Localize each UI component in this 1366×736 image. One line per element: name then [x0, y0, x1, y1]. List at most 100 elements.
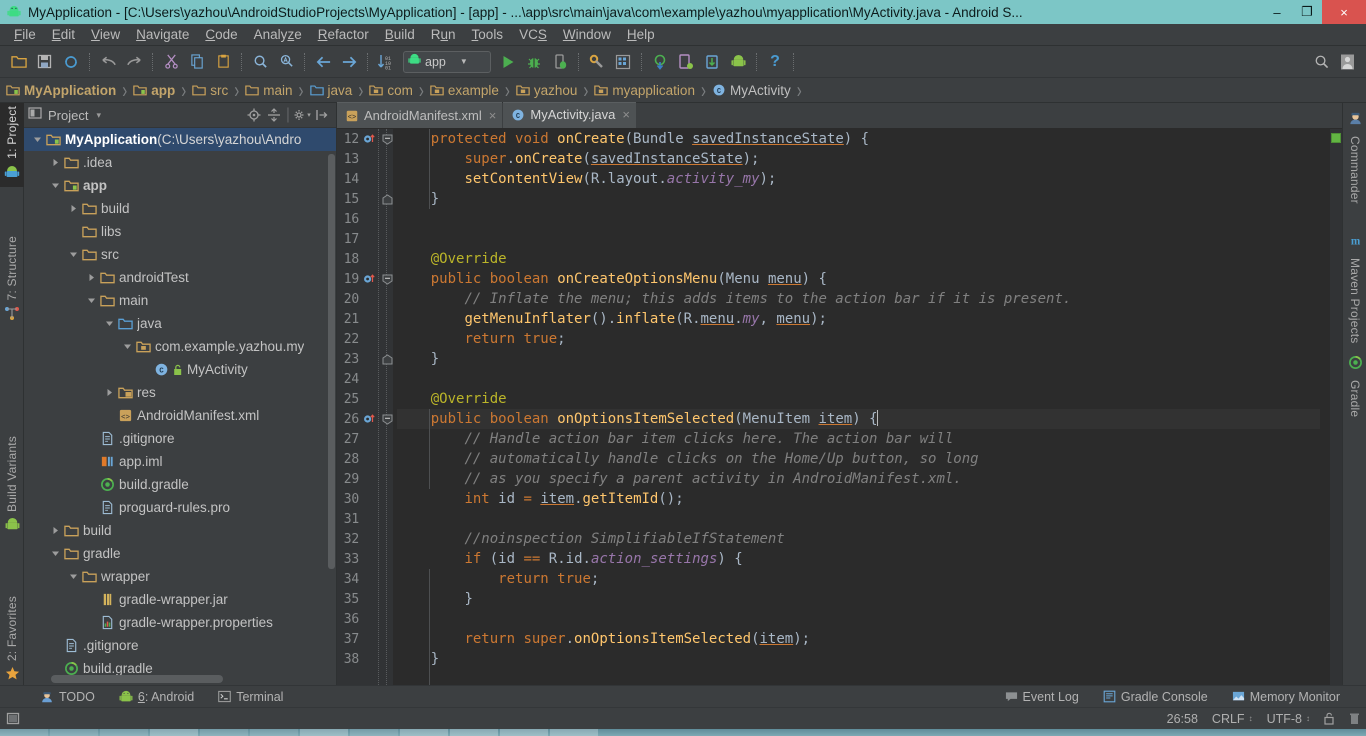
override-method-icon[interactable]	[363, 132, 376, 145]
bottom-tab-event-log[interactable]: Event Log	[1001, 690, 1083, 704]
redo-icon[interactable]	[121, 49, 147, 75]
breadcrumb-item-yazhou[interactable]: yazhou	[516, 83, 580, 98]
sync-icon[interactable]	[58, 49, 84, 75]
tree-node[interactable]: res	[24, 381, 336, 404]
code-line[interactable]: return true;	[397, 329, 1342, 349]
taskbar-app[interactable]	[50, 729, 98, 736]
windows-taskbar[interactable]	[0, 729, 1366, 736]
unlock-icon[interactable]	[1324, 712, 1335, 725]
tool-window-tab-maven-projects[interactable]: mMaven Projects	[1343, 231, 1366, 347]
taskbar-app[interactable]	[100, 729, 148, 736]
editor-gutter[interactable]: 1213141516171819202122232425262728293031…	[337, 129, 393, 685]
save-all-icon[interactable]	[32, 49, 58, 75]
avd-manager-icon[interactable]	[610, 49, 636, 75]
gutter-line[interactable]: 27	[337, 429, 393, 449]
run-configuration-selector[interactable]: app ▼	[403, 51, 491, 73]
editor-vertical-scrollbar[interactable]	[1320, 129, 1330, 685]
gutter-line[interactable]: 15	[337, 189, 393, 209]
editor-tab-androidmanifest-xml[interactable]: <>AndroidManifest.xml×	[337, 102, 502, 128]
tree-node[interactable]: .gitignore	[24, 634, 336, 657]
fold-end-icon[interactable]	[381, 189, 393, 209]
code-line[interactable]: //noinspection SimplifiableIfStatement	[397, 529, 1342, 549]
tree-node[interactable]: <>AndroidManifest.xml	[24, 404, 336, 427]
breadcrumb-item-myactivity[interactable]: CMyActivity	[712, 83, 793, 98]
taskbar-app[interactable]	[500, 729, 548, 736]
taskbar-app[interactable]	[450, 729, 498, 736]
gutter-line[interactable]: 17	[337, 229, 393, 249]
chevron-down-icon[interactable]	[66, 572, 80, 581]
bottom-tab-terminal[interactable]: Terminal	[214, 690, 287, 704]
gutter-line[interactable]: 36	[337, 609, 393, 629]
code-line[interactable]: if (id == R.id.action_settings) {	[397, 549, 1342, 569]
chevron-down-icon[interactable]	[120, 342, 134, 351]
chevron-right-icon[interactable]	[102, 388, 116, 397]
gutter-line[interactable]: 38	[337, 649, 393, 669]
gutter-line[interactable]: 18	[337, 249, 393, 269]
chevron-right-icon[interactable]	[48, 158, 62, 167]
collapse-all-icon[interactable]	[264, 105, 284, 125]
debug-icon[interactable]	[521, 49, 547, 75]
tool-window-tab-build-variants[interactable]: Build Variants	[0, 433, 24, 539]
taskbar-app[interactable]	[200, 729, 248, 736]
close-button[interactable]: ×	[1322, 0, 1366, 24]
inspection-error-stripe[interactable]	[1330, 129, 1342, 685]
chevron-down-icon[interactable]	[48, 549, 62, 558]
gutter-line[interactable]: 30	[337, 489, 393, 509]
menu-item-refactor[interactable]: Refactor	[310, 26, 377, 43]
caret-position[interactable]: 26:58	[1167, 712, 1198, 726]
settings-gear-icon[interactable]: ▾	[292, 105, 312, 125]
locate-icon[interactable]	[244, 105, 264, 125]
menu-item-run[interactable]: Run	[423, 26, 464, 43]
android-monitor-icon[interactable]	[725, 49, 751, 75]
sdk-update-icon[interactable]	[699, 49, 725, 75]
sdk-manager-icon[interactable]	[584, 49, 610, 75]
code-line[interactable]: protected void onCreate(Bundle savedInst…	[397, 129, 1342, 149]
breadcrumb-item-java[interactable]: java	[310, 83, 355, 98]
menu-item-window[interactable]: Window	[555, 26, 619, 43]
menu-item-tools[interactable]: Tools	[464, 26, 512, 43]
minimize-button[interactable]: –	[1262, 0, 1292, 24]
tree-node[interactable]: src	[24, 243, 336, 266]
tree-node[interactable]: java	[24, 312, 336, 335]
sort-icon[interactable]: 011001	[373, 49, 399, 75]
tool-window-tab-favorites[interactable]: 2: Favorites	[0, 593, 24, 688]
gutter-line[interactable]: 37	[337, 629, 393, 649]
tree-node[interactable]: main	[24, 289, 336, 312]
code-line[interactable]	[397, 509, 1342, 529]
tree-node[interactable]: build.gradle	[24, 473, 336, 496]
bottom-tab-android[interactable]: 6: Android	[115, 690, 198, 704]
chevron-right-icon[interactable]	[66, 204, 80, 213]
code-line[interactable]	[397, 229, 1342, 249]
tree-node[interactable]: com.example.yazhou.my	[24, 335, 336, 358]
fold-collapse-icon[interactable]	[381, 269, 393, 289]
tree-node[interactable]: CMyActivity	[24, 358, 336, 381]
gutter-line[interactable]: 28	[337, 449, 393, 469]
close-icon[interactable]: ×	[622, 107, 630, 122]
menu-item-view[interactable]: View	[83, 26, 128, 43]
chevron-down-icon[interactable]	[102, 319, 116, 328]
chevron-down-icon[interactable]: ▾	[96, 110, 101, 121]
tree-node[interactable]: wrapper	[24, 565, 336, 588]
replace-icon[interactable]	[273, 49, 299, 75]
open-folder-icon[interactable]	[6, 49, 32, 75]
code-line[interactable]: }	[397, 349, 1342, 369]
chevron-down-icon[interactable]	[84, 296, 98, 305]
gutter-line[interactable]: 33	[337, 549, 393, 569]
code-content[interactable]: protected void onCreate(Bundle savedInst…	[393, 129, 1342, 685]
code-line[interactable]: setContentView(R.layout.activity_my);	[397, 169, 1342, 189]
chevron-down-icon[interactable]	[30, 135, 44, 144]
tree-node[interactable]: app	[24, 174, 336, 197]
avd-device-icon[interactable]	[673, 49, 699, 75]
breadcrumb-item-src[interactable]: src	[192, 83, 230, 98]
gutter-line[interactable]: 20	[337, 289, 393, 309]
tree-node[interactable]: .gitignore	[24, 427, 336, 450]
code-line[interactable]: int id = item.getItemId();	[397, 489, 1342, 509]
editor-tab-myactivity-java[interactable]: CMyActivity.java×	[503, 102, 636, 128]
back-icon[interactable]	[310, 49, 336, 75]
code-line[interactable]: public boolean onCreateOptionsMenu(Menu …	[397, 269, 1342, 289]
code-line[interactable]	[397, 609, 1342, 629]
tree-node[interactable]: gradle-wrapper.properties	[24, 611, 336, 634]
inspection-ok-indicator[interactable]	[1331, 133, 1341, 143]
menu-item-analyze[interactable]: Analyze	[246, 26, 310, 43]
close-icon[interactable]: ×	[489, 108, 497, 123]
